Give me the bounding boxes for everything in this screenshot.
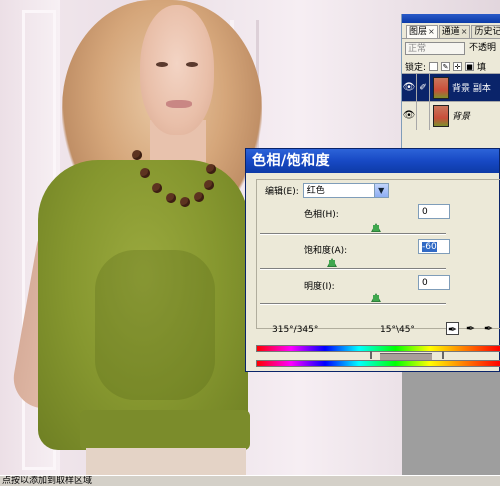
- layer-row-background-copy[interactable]: 👁 ✐ 背景 副本: [402, 73, 500, 102]
- photo-shirt-hem: [80, 410, 250, 450]
- photo-lips: [166, 100, 192, 108]
- layer-name: 背景: [452, 112, 471, 122]
- photo-necklace-bead: [204, 180, 214, 190]
- lock-pixels-icon[interactable]: ✎: [441, 62, 451, 71]
- edit-channel-value: 红色: [306, 186, 325, 196]
- edit-row: 编辑(E): 红色 ▼: [262, 183, 392, 198]
- photo-face: [140, 5, 214, 135]
- saturation-slider-handle[interactable]: [327, 258, 337, 267]
- edit-label: 编辑(E):: [265, 187, 299, 197]
- range-right-text: 15°\45°: [380, 325, 415, 335]
- blend-mode-select[interactable]: 正常: [405, 42, 465, 55]
- photo-necklace-bead: [140, 168, 150, 178]
- color-bar-top: [256, 345, 500, 352]
- lock-transparency-icon[interactable]: [429, 62, 439, 71]
- link-icon[interactable]: [417, 101, 430, 130]
- photo-eye-left: [156, 62, 168, 67]
- status-bar: 点按以添加到取样区域: [0, 475, 500, 486]
- eyedropper-plus-icon[interactable]: ✒: [464, 322, 477, 335]
- range-tick-left[interactable]: [370, 351, 372, 359]
- settings-group: [256, 179, 500, 329]
- dialog-title[interactable]: 色相/饱和度: [246, 149, 499, 173]
- hue-slider-track[interactable]: [260, 233, 446, 235]
- edit-channel-select[interactable]: 红色 ▼: [302, 183, 389, 198]
- hue-label: 色相(H):: [304, 210, 339, 220]
- photo-shirt-shadow: [95, 250, 215, 400]
- layers-panel-body: 正常 不透明 锁定: ✎ ✛ ■ 填 👁 ✐ 背景 副本 👁 背景: [402, 38, 500, 150]
- layers-panel-titlebar[interactable]: [402, 14, 500, 23]
- lock-label: 锁定:: [405, 63, 427, 73]
- tab-channels[interactable]: 通道×: [438, 25, 471, 38]
- close-icon[interactable]: ×: [428, 27, 435, 36]
- saturation-label: 饱和度(A):: [304, 246, 348, 256]
- layer-thumbnail: [433, 104, 449, 127]
- photo-necklace-bead: [194, 192, 204, 202]
- photo-necklace-bead: [166, 193, 176, 203]
- saturation-input[interactable]: -60: [418, 239, 450, 254]
- range-left-text: 315°/345°: [272, 325, 319, 335]
- range-tick-right[interactable]: [442, 351, 444, 359]
- brush-icon[interactable]: ✐: [417, 73, 430, 102]
- hue-saturation-dialog: 色相/饱和度 编辑(E): 红色 ▼ 色相(H): 0 饱和度(A): -60 …: [245, 148, 500, 372]
- photo-necklace-bead: [152, 183, 162, 193]
- layers-panel: 图层× 通道× 历史记录 正常 不透明 锁定: ✎ ✛ ■ 填 👁 ✐ 背景 副…: [401, 14, 500, 150]
- lock-position-icon[interactable]: ✛: [453, 62, 463, 71]
- hue-input[interactable]: 0: [418, 204, 450, 219]
- tab-history[interactable]: 历史记录: [471, 25, 500, 38]
- opacity-label: 不透明: [469, 43, 497, 53]
- close-icon[interactable]: ×: [461, 27, 468, 36]
- lightness-label: 明度(I):: [304, 282, 335, 292]
- photo-necklace-bead: [132, 150, 142, 160]
- layer-row-background[interactable]: 👁 背景: [402, 101, 500, 130]
- lightness-slider-handle[interactable]: [371, 293, 381, 302]
- hue-slider-handle[interactable]: [371, 223, 381, 232]
- layer-thumbnail: [433, 76, 449, 99]
- tab-label: 通道: [441, 27, 460, 37]
- chevron-down-icon[interactable]: ▼: [373, 184, 388, 197]
- tab-label: 历史记录: [474, 27, 500, 37]
- photo-eye-right: [186, 62, 198, 67]
- layer-name: 背景 副本: [452, 84, 491, 94]
- eye-icon[interactable]: 👁: [402, 101, 417, 130]
- saturation-slider-track[interactable]: [260, 268, 446, 270]
- lock-all-icon[interactable]: ■: [465, 62, 475, 71]
- blend-row: 正常 不透明: [405, 42, 496, 55]
- eyedropper-minus-icon[interactable]: ✒: [482, 322, 495, 335]
- color-bar-bottom: [256, 360, 500, 367]
- lock-row: 锁定: ✎ ✛ ■ 填: [405, 60, 486, 73]
- lightness-slider-track[interactable]: [260, 303, 446, 305]
- lightness-input[interactable]: 0: [418, 275, 450, 290]
- tab-label: 图层: [409, 27, 428, 37]
- tab-layers[interactable]: 图层×: [406, 25, 438, 38]
- fill-label: 填: [477, 63, 487, 73]
- layers-panel-tabs: 图层× 通道× 历史记录: [406, 25, 500, 38]
- photo-skirt: [86, 448, 246, 475]
- photo-necklace-bead: [180, 197, 190, 207]
- saturation-value: -60: [422, 242, 437, 252]
- photo-necklace-bead: [206, 164, 216, 174]
- eyedropper-icon[interactable]: ✒: [446, 322, 459, 336]
- eye-icon[interactable]: 👁: [402, 73, 417, 102]
